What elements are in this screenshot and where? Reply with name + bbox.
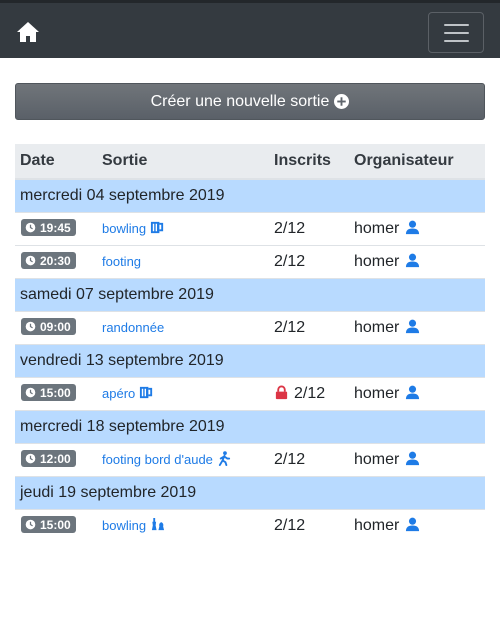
clock-icon <box>25 255 36 266</box>
header-inscrits: Inscrits <box>269 144 349 180</box>
table-body: mercredi 04 septembre 2019 19:45 bowling 2/… <box>15 178 485 542</box>
outing-link[interactable]: bowling <box>102 518 146 533</box>
time-label: 12:00 <box>40 451 71 466</box>
navbar-toggler-button[interactable] <box>428 12 484 53</box>
header-organisateur: Organisateur <box>349 144 485 180</box>
outing-link[interactable]: footing bord d'aude <box>102 452 213 467</box>
time-badge: 09:00 <box>21 318 76 335</box>
time-label: 15:00 <box>40 517 71 532</box>
navbar <box>0 0 500 58</box>
header-date: Date <box>15 144 97 180</box>
organizer-name: homer <box>354 384 400 402</box>
inscrits-count: 2/12 <box>294 384 326 402</box>
chess-icon <box>151 517 165 530</box>
user-icon <box>406 385 420 399</box>
organizer-name: homer <box>354 318 400 336</box>
day-label: jeudi 19 septembre 2019 <box>15 475 485 509</box>
time-badge: 19:45 <box>21 219 76 236</box>
time-label: 09:00 <box>40 319 71 334</box>
inscrits-count: 2/12 <box>274 450 306 468</box>
time-label: 15:00 <box>40 385 71 400</box>
day-label: mercredi 18 septembre 2019 <box>15 409 485 443</box>
table-row: 09:00 randonnée 2/12 homer <box>15 310 485 344</box>
user-icon <box>406 517 420 531</box>
inscrits-count: 2/12 <box>274 516 306 534</box>
beer-icon <box>140 386 153 398</box>
beer-icon <box>151 221 164 233</box>
table-row: 15:00 bowling 2/12 homer <box>15 508 485 542</box>
clock-icon <box>25 222 36 233</box>
time-badge: 15:00 <box>21 516 76 534</box>
outing-link[interactable]: bowling <box>102 221 146 236</box>
time-badge: 15:00 <box>21 384 76 401</box>
time-badge: 12:00 <box>21 450 76 467</box>
organizer-name: homer <box>354 252 400 270</box>
clock-icon <box>25 387 36 398</box>
table-row: 20:30 footing 2/12 homer <box>15 244 485 278</box>
time-label: 20:30 <box>40 253 71 268</box>
day-label: samedi 07 septembre 2019 <box>15 277 485 311</box>
table-row: 15:00 apéro 2/12 homer <box>15 376 485 410</box>
organizer-name: homer <box>354 219 400 237</box>
outing-link[interactable]: randonnée <box>102 320 164 335</box>
day-row: samedi 07 septembre 2019 <box>15 277 485 311</box>
inscrits-count: 2/12 <box>274 219 306 237</box>
create-outing-button[interactable]: Créer une nouvelle sortie <box>15 83 485 120</box>
organizer-name: homer <box>354 516 400 534</box>
inscrits-count: 2/12 <box>274 318 306 336</box>
clock-icon <box>25 321 36 332</box>
outing-link[interactable]: apéro <box>102 386 135 401</box>
lock-icon <box>275 385 288 399</box>
plus-circle-icon <box>334 94 350 109</box>
user-icon <box>406 451 420 465</box>
day-row: mercredi 18 septembre 2019 <box>15 409 485 443</box>
create-outing-label: Créer une nouvelle sortie <box>150 92 330 110</box>
day-row: mercredi 04 septembre 2019 <box>15 178 485 212</box>
clock-icon <box>25 453 36 464</box>
clock-icon <box>25 519 36 530</box>
walking-icon <box>218 450 231 466</box>
outing-link[interactable]: footing <box>102 254 141 269</box>
hamburger-icon <box>444 24 469 26</box>
time-badge: 20:30 <box>21 252 76 269</box>
day-label: vendredi 13 septembre 2019 <box>15 343 485 377</box>
user-icon <box>406 253 420 267</box>
user-icon <box>406 319 420 333</box>
organizer-name: homer <box>354 450 400 468</box>
day-row: vendredi 13 septembre 2019 <box>15 343 485 377</box>
table-row: 12:00 footing bord d'aude 2/12 homer <box>15 442 485 476</box>
time-label: 19:45 <box>40 220 71 235</box>
outings-table: Date Sortie Inscrits Organisateur mercre… <box>15 144 485 542</box>
table-row: 19:45 bowling 2/12 homer <box>15 211 485 245</box>
day-label: mercredi 04 septembre 2019 <box>15 178 485 212</box>
inscrits-count: 2/12 <box>274 252 306 270</box>
user-icon <box>406 220 420 234</box>
day-row: jeudi 19 septembre 2019 <box>15 475 485 509</box>
home-icon[interactable] <box>16 21 40 43</box>
table-header-row: Date Sortie Inscrits Organisateur <box>15 144 485 180</box>
header-sortie: Sortie <box>97 144 269 180</box>
